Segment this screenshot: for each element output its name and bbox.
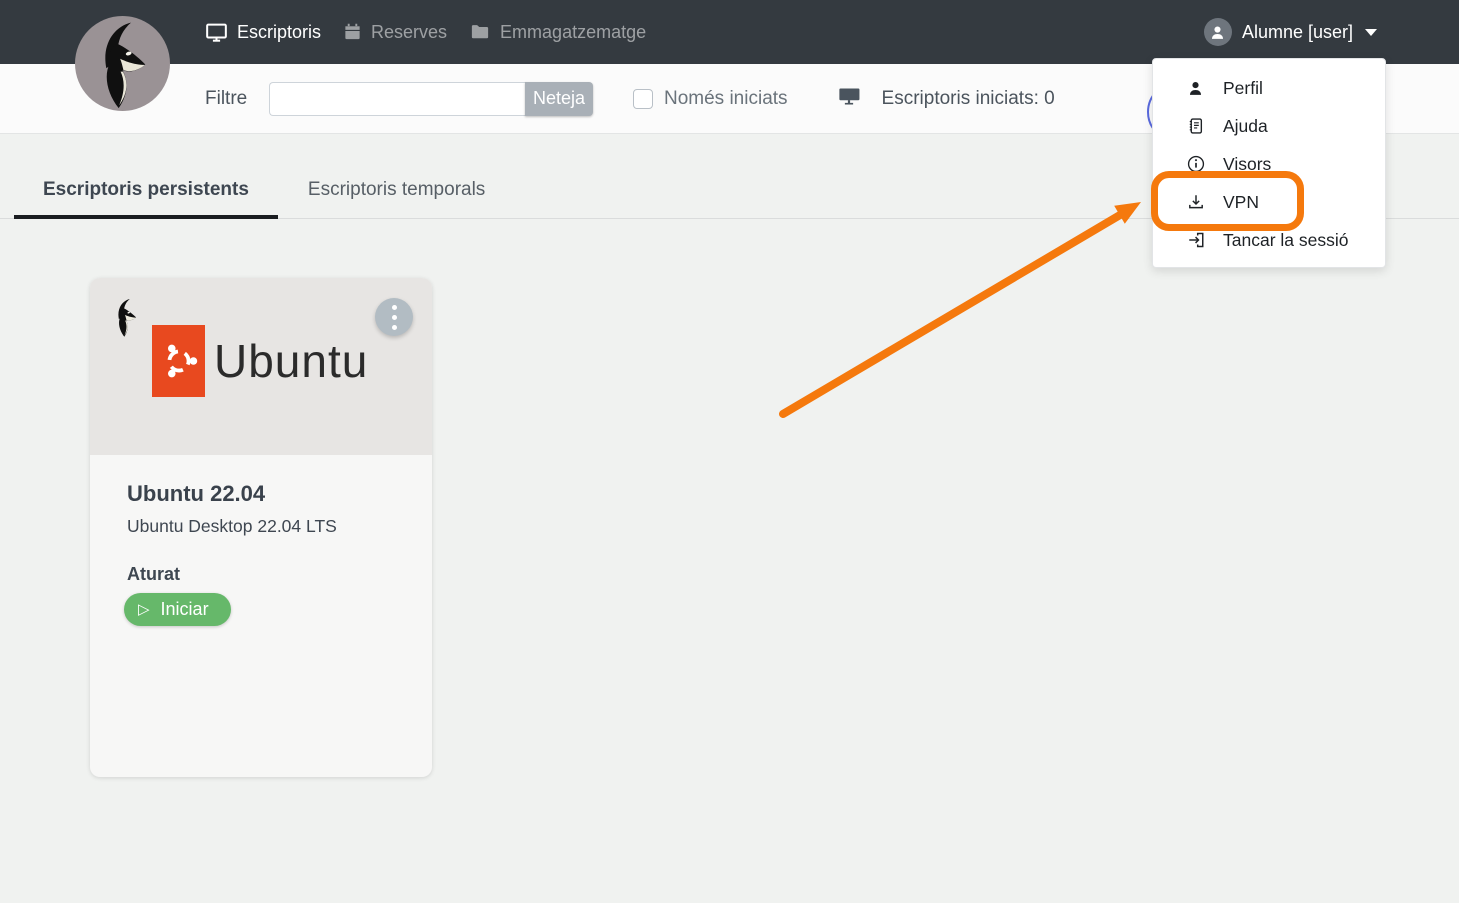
nav-item-emmagatzematge[interactable]: Emmagatzematge	[469, 22, 646, 43]
desktop-card-body: Ubuntu 22.04 Ubuntu Desktop 22.04 LTS At…	[90, 455, 432, 626]
menu-item-label: Ajuda	[1223, 115, 1268, 136]
clear-filter-button[interactable]: Neteja	[525, 81, 593, 116]
isard-logo	[75, 16, 170, 111]
desktop-description: Ubuntu Desktop 22.04 LTS	[127, 516, 337, 536]
tab-escriptoris-persistents[interactable]: Escriptoris persistents	[14, 166, 278, 219]
filter-label: Filtre	[205, 87, 248, 109]
logout-icon	[1186, 231, 1205, 249]
user-menu-toggle[interactable]: Alumne [user]	[1203, 0, 1377, 64]
menu-item-label: Perfil	[1223, 77, 1263, 98]
download-icon	[1186, 193, 1205, 211]
person-icon	[1186, 80, 1205, 97]
start-button[interactable]: ▷ Iniciar	[124, 593, 231, 626]
menu-item-label: VPN	[1223, 191, 1259, 212]
card-menu-button[interactable]	[375, 298, 413, 336]
kebab-icon	[391, 304, 397, 310]
display-icon	[205, 21, 228, 44]
info-circle-icon	[1186, 155, 1205, 173]
nav-item-label: Emmagatzematge	[500, 21, 647, 42]
menu-item-label: Tancar la sessió	[1223, 229, 1349, 250]
nav-item-escriptoris[interactable]: Escriptoris	[205, 21, 321, 44]
menu-item-logout[interactable]: Tancar la sessió	[1153, 221, 1385, 259]
only-started-checkbox[interactable]	[633, 88, 653, 109]
status-badge: Aturat	[127, 564, 180, 584]
person-icon	[1212, 25, 1224, 39]
user-label: Alumne [user]	[1241, 21, 1353, 42]
journal-icon	[1186, 117, 1205, 135]
started-desktops-label: Escriptoris iniciats:	[881, 87, 1039, 109]
user-dropdown-menu: Perfil Ajuda Visors VPN Tancar la sessió	[1152, 58, 1386, 268]
ubuntu-logo: Ubuntu	[152, 325, 368, 397]
only-started-label: Només iniciats	[664, 87, 788, 109]
filter-input[interactable]	[269, 81, 525, 116]
menu-item-visors[interactable]: Visors	[1153, 145, 1385, 183]
isard-logo-small	[105, 292, 147, 342]
calendar-icon	[343, 22, 362, 42]
menu-item-perfil[interactable]: Perfil	[1153, 69, 1385, 107]
nav-item-label: Escriptoris	[237, 21, 322, 42]
ubuntu-circle-of-friends-icon	[152, 325, 205, 397]
nav-item-reserves[interactable]: Reserves	[343, 22, 447, 43]
desktop-card: Ubuntu Ubuntu 22.04 Ubuntu Desktop 22.04…	[90, 278, 432, 777]
play-icon: ▷	[138, 601, 150, 618]
start-button-label: Iniciar	[160, 599, 209, 619]
menu-item-ajuda[interactable]: Ajuda	[1153, 107, 1385, 145]
folder-icon	[469, 22, 491, 42]
menu-item-label: Visors	[1223, 153, 1272, 174]
menu-item-vpn[interactable]: VPN	[1153, 183, 1385, 221]
desktop-title: Ubuntu 22.04	[127, 481, 266, 506]
started-desktops-count: 0	[1044, 87, 1055, 109]
display-icon	[837, 85, 861, 112]
chevron-down-icon	[1365, 28, 1377, 36]
desktop-card-image: Ubuntu	[90, 278, 432, 455]
navbar: Escriptoris Reserves Emmagatzematge Alum…	[0, 0, 1459, 64]
avatar	[1203, 18, 1232, 46]
nav-items: Escriptoris Reserves Emmagatzematge	[205, 21, 668, 44]
ubuntu-logo-text: Ubuntu	[214, 335, 369, 387]
started-desktops-counter: Escriptoris iniciats: 0	[882, 88, 1055, 110]
nav-item-label: Reserves	[371, 21, 448, 42]
tab-escriptoris-temporals[interactable]: Escriptoris temporals	[293, 166, 500, 219]
